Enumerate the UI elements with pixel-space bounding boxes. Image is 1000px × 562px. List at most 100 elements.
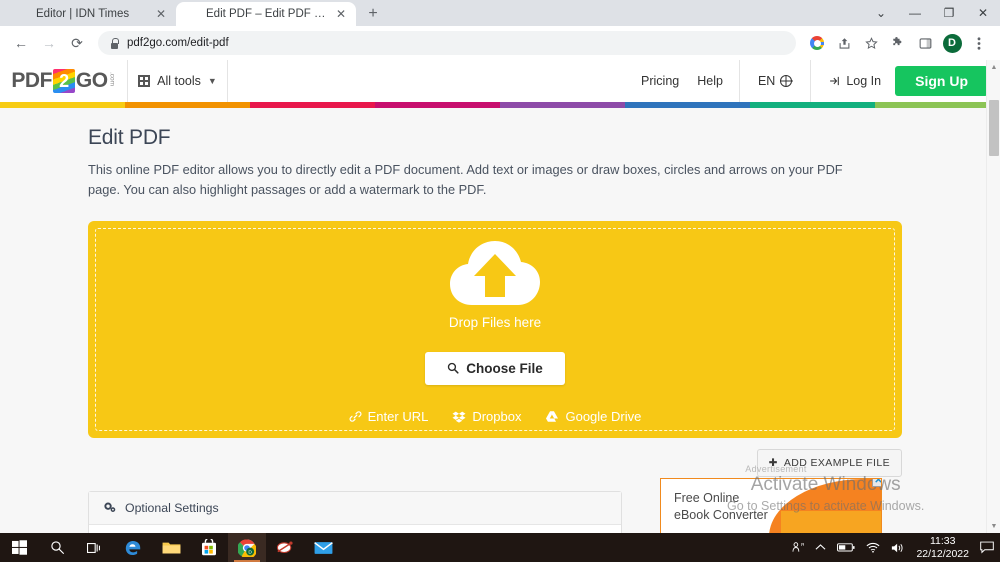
url-text: pdf2go.com/edit-pdf [127,37,229,49]
header-links: Pricing Help [641,60,739,102]
login-button[interactable]: Log In [829,74,881,88]
address-bar[interactable]: pdf2go.com/edit-pdf [98,31,796,55]
windows-logo-icon [11,540,27,555]
paint-button[interactable] [266,533,304,562]
new-tab-button[interactable]: + [360,2,386,26]
page-scrollbar[interactable]: ▲ ▼ [986,60,1000,533]
mail-icon [313,541,333,554]
lock-icon [110,37,119,49]
side-panel-icon[interactable] [912,30,938,56]
tab-strip: Editor | IDN Times ✕ Edit PDF – Edit PDF… [0,0,1000,26]
signup-button[interactable]: Sign Up [895,66,988,96]
microsoft-store-button[interactable] [190,533,228,562]
page-viewport: PDF 2 GO .com All tools ▼ Pricing Help E… [0,60,1000,533]
file-explorer-button[interactable] [152,533,190,562]
minimize-button[interactable]: — [898,0,932,26]
google-drive-link[interactable]: Google Drive [545,409,641,424]
search-icon [447,362,459,374]
ad-close-icon[interactable]: ✕ [872,479,881,487]
volume-icon[interactable] [891,542,905,554]
idn-times-icon [16,8,29,21]
show-hidden-icons-chevron[interactable] [815,543,826,552]
chrome-button[interactable]: D [228,533,266,562]
extensions-puzzle-icon[interactable] [885,30,911,56]
page-description: This online PDF editor allows you to dir… [88,162,843,197]
site-logo[interactable]: PDF 2 GO .com [0,60,128,102]
start-button[interactable] [0,533,38,562]
close-icon[interactable]: ✕ [334,7,348,21]
chevron-down-icon: ▼ [207,76,217,86]
choose-file-label: Choose File [466,360,543,376]
logo-post: GO [75,69,108,92]
store-icon [202,539,216,556]
ad-banner[interactable]: Free Online eBook Converter ✕ [660,478,882,533]
tab-search-icon[interactable]: ⌄ [864,0,898,26]
bookmark-star-icon[interactable] [858,30,884,56]
tab-title: Editor | IDN Times [36,8,130,20]
header-spacer [228,60,641,102]
clock-time: 11:33 [929,535,956,548]
back-icon[interactable]: ← [8,30,34,56]
system-tray: R 11:33 22/12/2022 [791,535,1000,560]
windows-taskbar: D R 11:33 22/12/2022 [0,533,1000,562]
browser-window: Editor | IDN Times ✕ Edit PDF – Edit PDF… [0,0,1000,533]
logo-suffix: .com [108,72,116,87]
enter-url-link[interactable]: Enter URL [349,409,428,424]
battery-icon[interactable] [837,542,855,553]
dropzone-label: Drop Files here [448,314,542,330]
globe-icon [780,75,793,87]
close-icon[interactable]: ✕ [154,7,168,21]
chrome-menu-icon[interactable] [966,30,992,56]
reload-icon[interactable]: ⟳ [64,30,90,56]
login-icon [829,75,841,87]
file-dropzone[interactable]: Drop Files here Choose File Enter URL Dr… [88,220,902,438]
language-selector[interactable]: EN [738,60,812,102]
dropbox-link[interactable]: Dropbox [452,409,521,424]
clock-date: 22/12/2022 [916,547,969,560]
google-drive-label: Google Drive [565,408,642,424]
browser-tab-idn-times[interactable]: Editor | IDN Times ✕ [6,2,176,26]
optional-settings-label: Optional Settings [125,500,219,515]
scroll-up-icon[interactable]: ▲ [987,60,1000,74]
advertisement: Advertisement Free Online eBook Converte… [651,464,901,533]
grid-icon [138,75,151,87]
notification-icon[interactable] [980,541,994,554]
cloud-upload-icon [446,237,544,309]
scroll-down-icon[interactable]: ▼ [987,519,1000,533]
scrollbar-thumb[interactable] [989,100,999,156]
task-view-icon [87,542,100,553]
maximize-button[interactable]: ❐ [932,0,966,26]
help-link[interactable]: Help [697,74,723,88]
forward-icon[interactable]: → [36,30,62,56]
search-button[interactable] [38,533,76,562]
taskbar-clock[interactable]: 11:33 22/12/2022 [916,535,969,560]
gears-icon [103,501,117,514]
browser-toolbar: ← → ⟳ pdf2go.com/edit-pdf D [0,26,1000,60]
edge-button[interactable] [114,533,152,562]
profile-initial: D [942,33,962,53]
avatar[interactable]: D [939,30,965,56]
close-window-button[interactable]: ✕ [966,0,1000,26]
wifi-icon[interactable] [866,542,880,553]
share-icon[interactable] [831,30,857,56]
chrome-icon: D [238,539,256,557]
task-view-button[interactable] [76,533,114,562]
ad-line-1: Free Online [674,491,740,505]
link-icon [349,410,362,423]
choose-file-button[interactable]: Choose File [425,351,565,385]
pricing-link[interactable]: Pricing [641,74,679,88]
ad-text: Free Online eBook Converter [674,490,768,524]
rainbow-divider [0,102,1000,108]
all-tools-menu[interactable]: All tools ▼ [128,60,228,102]
mail-button[interactable] [304,533,342,562]
all-tools-label: All tools [157,74,201,88]
browser-tab-edit-pdf[interactable]: Edit PDF – Edit PDF files online ✕ [176,2,356,26]
people-icon[interactable]: R [791,541,804,554]
optional-settings-header[interactable]: Optional Settings [89,491,621,525]
advertisement-label: Advertisement [745,464,807,474]
edge-icon [125,540,141,555]
pdf2go-icon [186,8,199,21]
google-icon[interactable] [804,30,830,56]
dropzone-sources: Enter URL Dropbox Google Drive [349,409,641,424]
page-title: Edit PDF [88,126,171,149]
